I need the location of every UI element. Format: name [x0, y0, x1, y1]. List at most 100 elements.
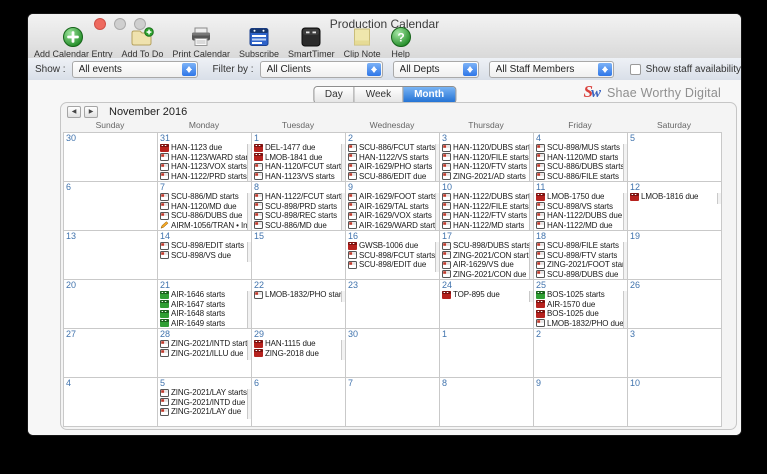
calendar-event[interactable]: SCU-898/FCUT starts	[346, 251, 439, 261]
calendar-event[interactable]: SCU-898/EDIT starts	[158, 241, 251, 251]
calendar-event[interactable]: HAN-1120/DUBS starts	[440, 143, 533, 153]
calendar-event[interactable]: SCU-886/DUBS starts	[534, 162, 627, 172]
cell-scrollbar[interactable]	[623, 291, 627, 329]
day-cell[interactable]: 12LMOB-1816 due	[628, 182, 722, 231]
toolbar-item-add-calendar-entry[interactable]: Add Calendar Entry	[34, 26, 113, 59]
cell-scrollbar[interactable]	[529, 193, 533, 231]
calendar-event[interactable]: HAN-1120/FILE starts	[440, 153, 533, 163]
calendar-event[interactable]: ZING-2021/INTD starts	[158, 339, 251, 349]
calendar-event[interactable]: AIRM-1056/TRAN • Internal	[158, 221, 251, 231]
calendar-event[interactable]: HAN-1122/MD due	[534, 221, 627, 231]
calendar-event[interactable]: ZING-2021/LAY due	[158, 407, 251, 417]
cell-scrollbar[interactable]	[247, 389, 251, 419]
day-cell[interactable]: 17SCU-898/DUBS startsZING-2021/CON start…	[440, 231, 534, 280]
calendar-event[interactable]: BOS-1025 due	[534, 309, 627, 319]
day-cell[interactable]: 8	[440, 378, 534, 427]
cell-scrollbar[interactable]	[435, 242, 439, 272]
calendar-event[interactable]: HAN-1123 due	[158, 143, 251, 153]
toolbar-item-help[interactable]: ?Help	[390, 26, 412, 59]
day-cell[interactable]: 18SCU-898/FILE startsSCU-898/FTV startsZ…	[534, 231, 628, 280]
calendar-event[interactable]: HAN-1122/DUBS starts	[440, 192, 533, 202]
cell-scrollbar[interactable]	[623, 242, 627, 280]
calendar-event[interactable]: LMOB-1832/PHO due	[534, 319, 627, 329]
calendar-event[interactable]: ZING-2021/FOOT starts	[534, 260, 627, 270]
calendar-event[interactable]: HAN-1122/DUBS due	[534, 211, 627, 221]
view-tab-month[interactable]: Month	[402, 87, 455, 103]
cell-scrollbar[interactable]	[247, 340, 251, 360]
show-dropdown[interactable]: All events	[72, 61, 199, 78]
calendar-event[interactable]: AIR-1570 due	[534, 300, 627, 310]
cell-scrollbar[interactable]	[623, 144, 627, 182]
calendar-event[interactable]: ZING-2021/ILLU due	[158, 349, 251, 359]
day-cell[interactable]: 28ZING-2021/INTD startsZING-2021/ILLU du…	[158, 329, 252, 378]
day-cell[interactable]: 6	[252, 378, 346, 427]
calendar-event[interactable]: SCU-898/DUBS starts	[440, 241, 533, 251]
calendar-event[interactable]: ZING-2021/LAY starts	[158, 388, 251, 398]
day-cell[interactable]: 31HAN-1123 dueHAN-1123/WARD startsHAN-11…	[158, 133, 252, 182]
cell-scrollbar[interactable]	[341, 340, 345, 360]
day-cell[interactable]: 3	[628, 329, 722, 378]
day-cell[interactable]: 24TOP-895 due	[440, 280, 534, 329]
day-cell[interactable]: 23	[346, 280, 440, 329]
day-cell[interactable]: 9AIR-1629/FOOT startsAIR-1629/TAL starts…	[346, 182, 440, 231]
day-cell[interactable]: 5	[628, 133, 722, 182]
calendar-event[interactable]: AIR-1629/FOOT starts	[346, 192, 439, 202]
calendar-event[interactable]: HAN-1123/VOX starts	[158, 162, 251, 172]
calendar-event[interactable]: DEL-1477 due	[252, 143, 345, 153]
cell-scrollbar[interactable]	[247, 193, 251, 231]
day-cell[interactable]: 6	[64, 182, 158, 231]
next-month-button[interactable]: ▶	[84, 106, 98, 118]
calendar-event[interactable]: HAN-1123/WARD starts	[158, 153, 251, 163]
calendar-event[interactable]: LMOB-1816 due	[628, 192, 721, 202]
day-cell[interactable]: 30	[64, 133, 158, 182]
calendar-event[interactable]: SCU-898/FTV starts	[534, 251, 627, 261]
calendar-event[interactable]: SCU-898/VS due	[158, 251, 251, 261]
calendar-event[interactable]: SCU-898/MUS starts	[534, 143, 627, 153]
calendar-event[interactable]: SCU-886/MD due	[252, 221, 345, 231]
day-cell[interactable]: 4SCU-898/MUS startsHAN-1120/MD startsSCU…	[534, 133, 628, 182]
calendar-event[interactable]: AIR-1647 starts	[158, 300, 251, 310]
calendar-event[interactable]: BOS-1025 starts	[534, 290, 627, 300]
view-tab-day[interactable]: Day	[314, 87, 354, 103]
calendar-event[interactable]: SCU-886/DUBS due	[158, 211, 251, 221]
show-availability-checkbox[interactable]	[630, 64, 641, 75]
cell-scrollbar[interactable]	[623, 193, 627, 231]
toolbar-item-clip-note[interactable]: Clip Note	[344, 26, 381, 59]
day-cell[interactable]: 4	[64, 378, 158, 427]
calendar-event[interactable]: AIR-1629/VOX starts	[346, 211, 439, 221]
calendar-event[interactable]: ZING-2018 due	[252, 349, 345, 359]
calendar-event[interactable]: AIR-1649 starts	[158, 319, 251, 329]
day-cell[interactable]: 14SCU-898/EDIT startsSCU-898/VS due	[158, 231, 252, 280]
day-cell[interactable]: 7SCU-886/MD startsHAN-1120/MD dueSCU-886…	[158, 182, 252, 231]
cell-scrollbar[interactable]	[435, 144, 439, 182]
cell-scrollbar[interactable]	[529, 144, 533, 182]
calendar-event[interactable]: AIR-1629/PHO starts	[346, 162, 439, 172]
calendar-event[interactable]: SCU-898/PRD starts	[252, 202, 345, 212]
calendar-event[interactable]: HAN-1115 due	[252, 339, 345, 349]
calendar-event[interactable]: SCU-898/DUBS due	[534, 270, 627, 280]
staff-dropdown[interactable]: All Staff Members	[489, 61, 614, 78]
day-cell[interactable]: 13	[64, 231, 158, 280]
calendar-event[interactable]: LMOB-1841 due	[252, 153, 345, 163]
day-cell[interactable]: 1DEL-1477 dueLMOB-1841 dueHAN-1120/FCUT …	[252, 133, 346, 182]
calendar-event[interactable]: HAN-1122/FCUT starts	[252, 192, 345, 202]
toolbar-item-smarttimer[interactable]: SmartTimer	[288, 26, 335, 59]
day-cell[interactable]: 15	[252, 231, 346, 280]
toolbar-item-print-calendar[interactable]: Print Calendar	[172, 26, 230, 59]
calendar-event[interactable]: HAN-1122/VS starts	[346, 153, 439, 163]
day-cell[interactable]: 5ZING-2021/LAY startsZING-2021/INTD dueZ…	[158, 378, 252, 427]
day-cell[interactable]: 10	[628, 378, 722, 427]
day-cell[interactable]: 27	[64, 329, 158, 378]
calendar-event[interactable]: HAN-1122/FTV starts	[440, 211, 533, 221]
prev-month-button[interactable]: ◀	[67, 106, 81, 118]
cell-scrollbar[interactable]	[247, 291, 251, 329]
calendar-event[interactable]: ZING-2021/AD starts	[440, 172, 533, 182]
cell-scrollbar[interactable]	[247, 242, 251, 262]
calendar-event[interactable]: HAN-1120/MD starts	[534, 153, 627, 163]
calendar-event[interactable]: AIR-1646 starts	[158, 290, 251, 300]
cell-scrollbar[interactable]	[341, 291, 345, 302]
day-cell[interactable]: 7	[346, 378, 440, 427]
day-cell[interactable]: 3HAN-1120/DUBS startsHAN-1120/FILE start…	[440, 133, 534, 182]
day-cell[interactable]: 20	[64, 280, 158, 329]
day-cell[interactable]: 1	[440, 329, 534, 378]
